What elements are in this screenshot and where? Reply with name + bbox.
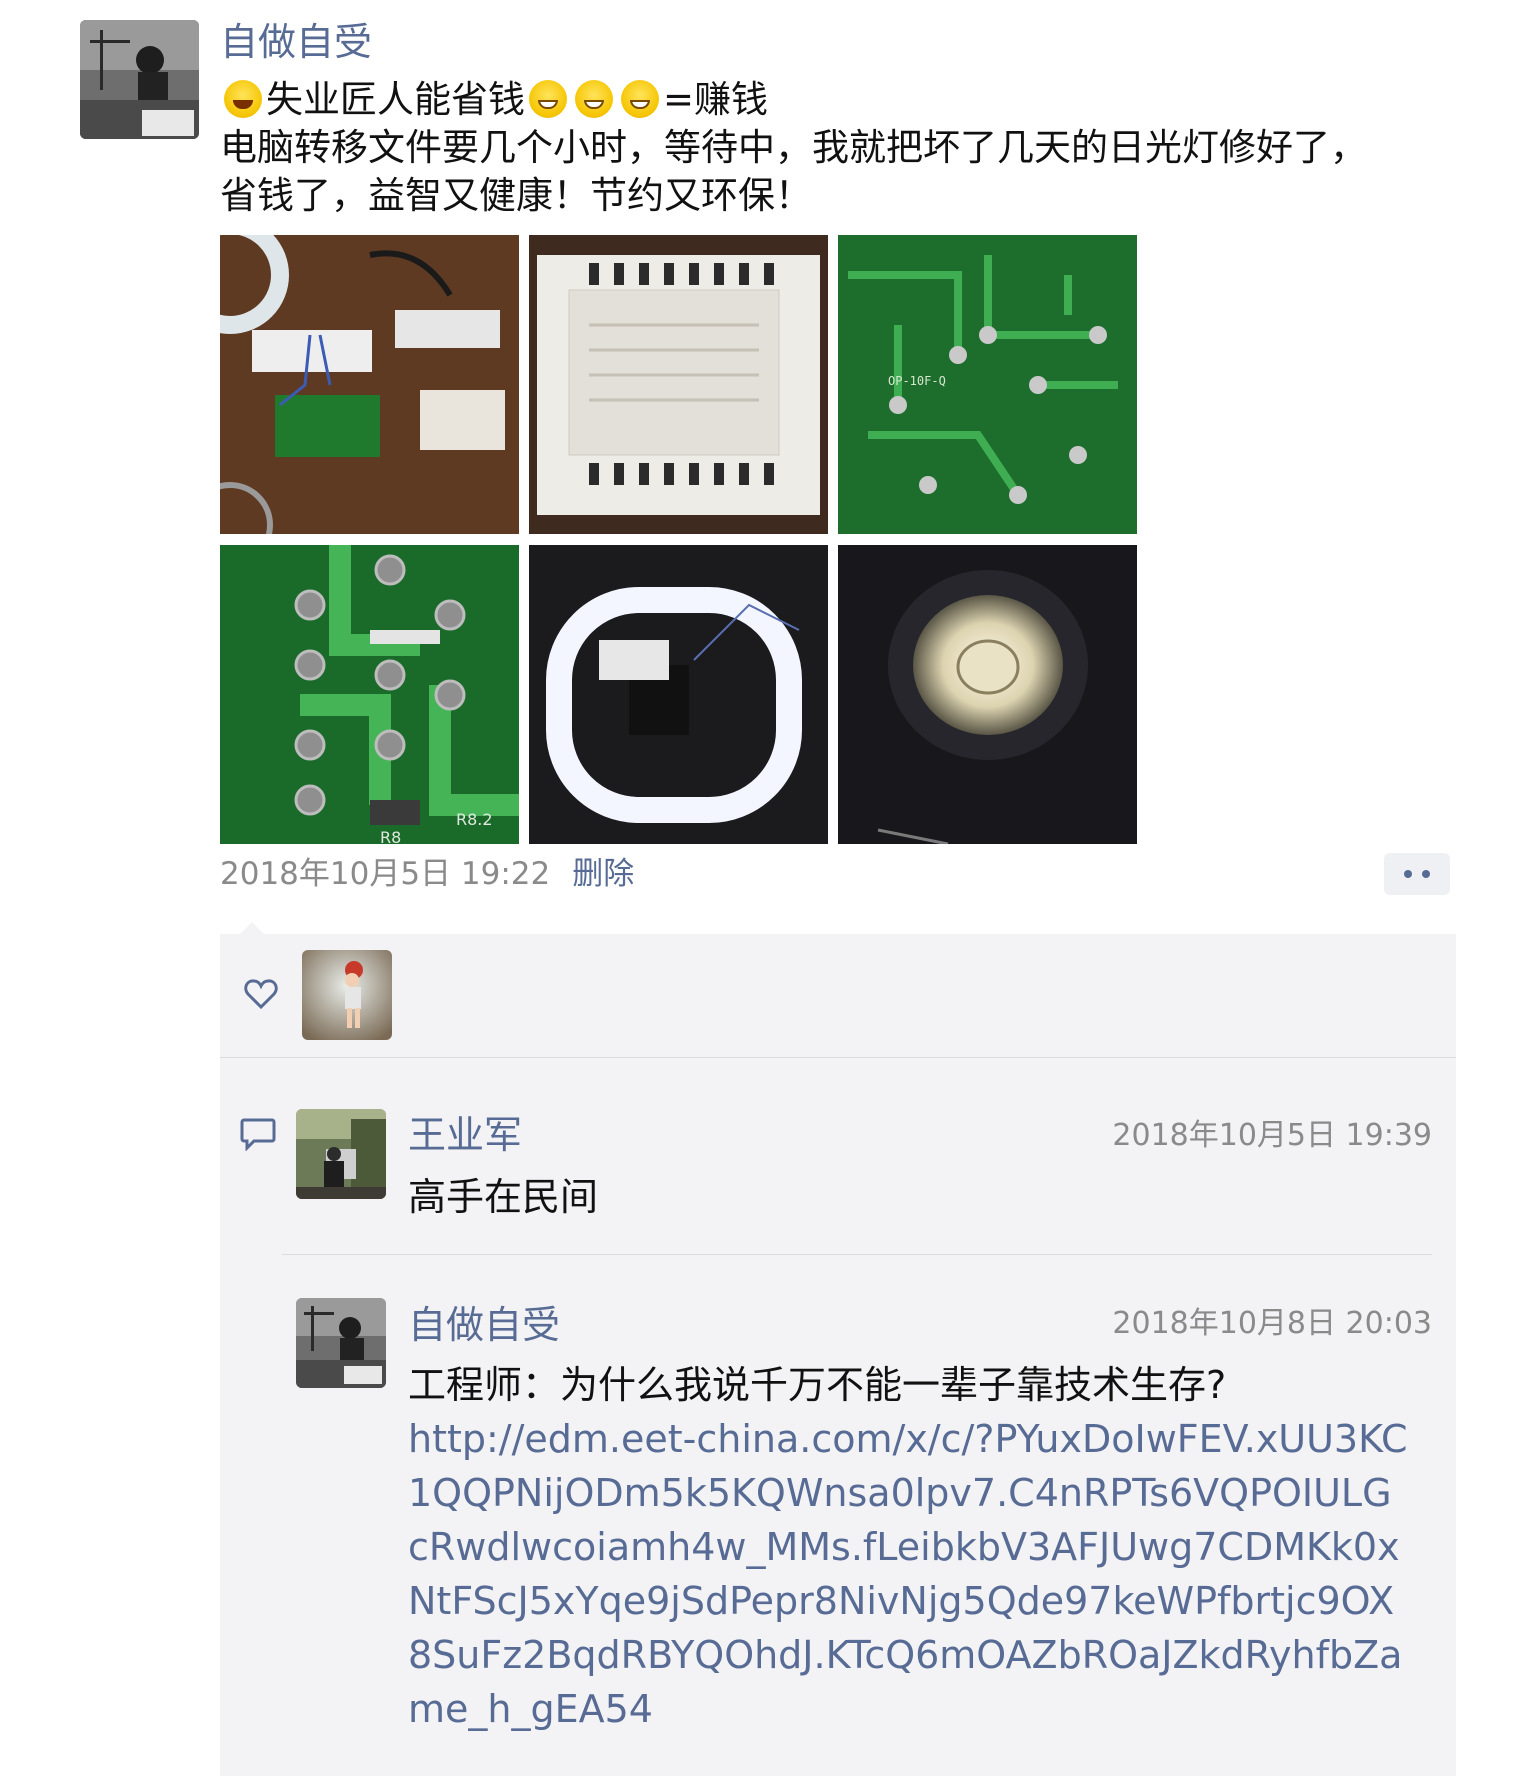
post-text-line1: 失业匠人能省钱 =赚钱 bbox=[220, 76, 1460, 124]
dot-icon bbox=[1404, 870, 1412, 878]
grimace-emoji-icon bbox=[575, 80, 613, 118]
post-timestamp: 2018年10月5日 19:22 bbox=[220, 856, 551, 892]
commenter-avatar[interactable] bbox=[296, 1298, 386, 1388]
commenter-avatar[interactable] bbox=[296, 1109, 386, 1199]
grimace-emoji-icon bbox=[621, 80, 659, 118]
photo-pcb-back[interactable]: OP-10F-Q bbox=[838, 235, 1137, 534]
like-avatar[interactable] bbox=[302, 950, 392, 1040]
post-meta: 2018年10月5日 19:22 删除 bbox=[220, 852, 634, 896]
comment-icon bbox=[240, 1118, 276, 1151]
more-actions-button[interactable] bbox=[1384, 853, 1450, 895]
comment-divider bbox=[282, 1254, 1432, 1255]
photo-pcb-closeup[interactable]: R8.2 R8 bbox=[220, 545, 519, 844]
post-text-line2: 电脑转移文件要几个小时，等待中，我就把坏了几天的日光灯修好了， bbox=[220, 126, 1367, 169]
delete-link[interactable]: 删除 bbox=[572, 856, 634, 892]
grin-emoji-icon bbox=[224, 80, 262, 118]
post-text-part-a: 失业匠人能省钱 bbox=[266, 78, 525, 121]
post-text: 失业匠人能省钱 =赚钱 电脑转移文件要几个小时，等待中，我就把坏了几天的日光灯修好… bbox=[220, 76, 1460, 220]
post-text-part-b: =赚钱 bbox=[663, 78, 769, 121]
commenter-name[interactable]: 王业军 bbox=[408, 1110, 522, 1160]
photo-ceiling-light[interactable] bbox=[838, 545, 1137, 844]
author-avatar[interactable] bbox=[80, 20, 199, 139]
commenter-name[interactable]: 自做自受 bbox=[408, 1300, 560, 1350]
pcb-label-r82: R8.2 bbox=[456, 810, 493, 829]
photo-grid: OP-10F-Q R8.2 R8 bbox=[220, 235, 1138, 846]
photo-ballast-cover[interactable] bbox=[529, 235, 828, 534]
comment-time: 2018年10月8日 20:03 bbox=[1112, 1306, 1432, 1341]
comment-text[interactable]: 工程师：为什么我说千万不能一辈子靠技术生存? bbox=[408, 1358, 1226, 1412]
interaction-panel: 王业军 2018年10月5日 19:39 高手在民间 自做自受 2018年10月… bbox=[220, 934, 1456, 1776]
comment-box-caret bbox=[240, 922, 264, 934]
post-author-name[interactable]: 自做自受 bbox=[220, 16, 372, 68]
photo-ring-lamp[interactable] bbox=[529, 545, 828, 844]
pcb-label-text: OP-10F-Q bbox=[888, 374, 946, 388]
likes-divider bbox=[220, 1057, 1456, 1058]
photo-ballast-table[interactable] bbox=[220, 235, 519, 534]
post-text-line3: 省钱了，益智又健康！节约又环保！ bbox=[220, 174, 812, 217]
comment-text[interactable]: 高手在民间 bbox=[408, 1170, 598, 1224]
comment-time: 2018年10月5日 19:39 bbox=[1112, 1118, 1432, 1153]
comment-link[interactable]: http://edm.eet-china.com/x/c/?PYuxDoIwFE… bbox=[408, 1412, 1408, 1736]
heart-icon bbox=[244, 979, 278, 1010]
pcb-label-r8: R8 bbox=[380, 828, 401, 844]
grimace-emoji-icon bbox=[529, 80, 567, 118]
dot-icon bbox=[1422, 870, 1430, 878]
likes-row bbox=[220, 934, 1456, 1057]
